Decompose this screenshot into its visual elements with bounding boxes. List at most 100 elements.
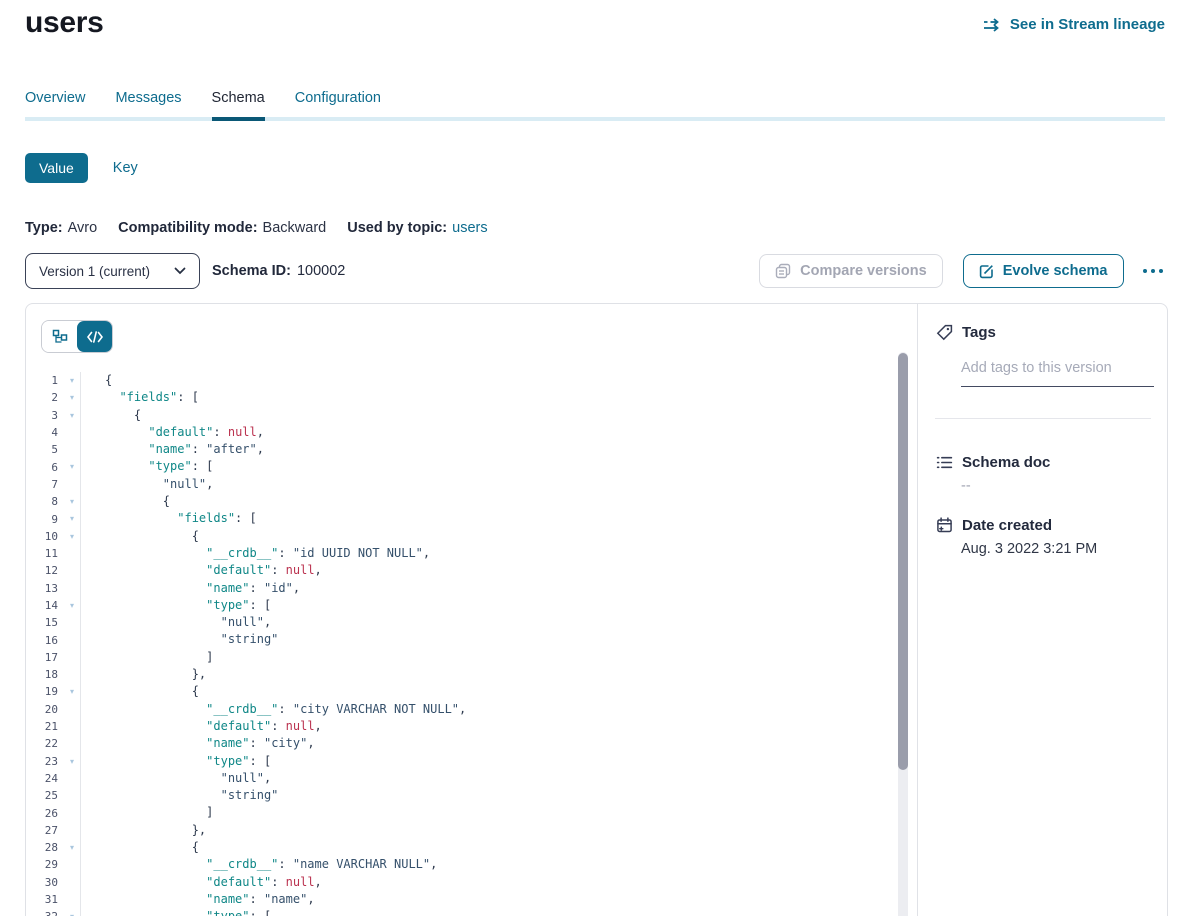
line-number: 32 bbox=[26, 910, 64, 916]
key-toggle-button[interactable]: Key bbox=[113, 160, 138, 176]
code-text: { bbox=[80, 528, 903, 545]
code-view-icon bbox=[87, 331, 103, 343]
code-line: 25 "string" bbox=[26, 787, 903, 804]
line-number: 8 bbox=[26, 495, 64, 508]
line-number: 24 bbox=[26, 772, 64, 785]
line-number: 1 bbox=[26, 374, 64, 387]
fold-toggle-icon[interactable]: ▾ bbox=[64, 389, 80, 406]
code-text: "default": null, bbox=[80, 874, 903, 891]
code-line: 26 ] bbox=[26, 804, 903, 821]
line-number: 28 bbox=[26, 841, 64, 854]
line-number: 9 bbox=[26, 513, 64, 526]
code-line: 8▾ { bbox=[26, 493, 903, 510]
code-text: }, bbox=[80, 666, 903, 683]
calendar-icon bbox=[936, 517, 953, 534]
compatibility-value: Backward bbox=[263, 220, 327, 236]
fold-toggle-icon[interactable]: ▾ bbox=[64, 908, 80, 916]
code-line: 21 "default": null, bbox=[26, 718, 903, 735]
line-number: 15 bbox=[26, 616, 64, 629]
chevron-down-icon bbox=[174, 267, 186, 275]
sidebar-divider bbox=[935, 418, 1151, 419]
code-text: "__crdb__": "id UUID NOT NULL", bbox=[80, 545, 903, 562]
editor-scrollbar-track[interactable] bbox=[898, 352, 908, 916]
code-text: "type": [ bbox=[80, 597, 903, 614]
code-text: "type": [ bbox=[80, 458, 903, 475]
tags-title: Tags bbox=[962, 324, 996, 341]
fold-toggle-icon[interactable]: ▾ bbox=[64, 510, 80, 527]
code-text: "default": null, bbox=[80, 424, 903, 441]
code-lines: 1▾{2▾ "fields": [3▾ {4 "default": null,5… bbox=[26, 372, 903, 916]
code-view-button[interactable] bbox=[77, 321, 112, 352]
line-number: 21 bbox=[26, 720, 64, 733]
fold-toggle-icon[interactable]: ▾ bbox=[64, 493, 80, 510]
more-options-button[interactable] bbox=[1141, 263, 1166, 280]
code-line: 6▾ "type": [ bbox=[26, 458, 903, 475]
schema-doc-value: -- bbox=[961, 478, 971, 494]
fold-toggle-icon[interactable]: ▾ bbox=[64, 458, 80, 475]
tags-input[interactable] bbox=[961, 360, 1154, 387]
tab-bar: Overview Messages Schema Configuration bbox=[25, 90, 381, 129]
code-text: "type": [ bbox=[80, 908, 903, 916]
line-number: 30 bbox=[26, 876, 64, 889]
tab-configuration[interactable]: Configuration bbox=[295, 90, 381, 129]
code-line: 16 "string" bbox=[26, 631, 903, 648]
fold-toggle-icon[interactable]: ▾ bbox=[64, 597, 80, 614]
fold-toggle-icon[interactable]: ▾ bbox=[64, 372, 80, 389]
code-text: ] bbox=[80, 804, 903, 821]
code-text: "fields": [ bbox=[80, 389, 903, 406]
code-text: "default": null, bbox=[80, 562, 903, 579]
tab-overview[interactable]: Overview bbox=[25, 90, 85, 129]
fold-toggle-icon[interactable]: ▾ bbox=[64, 753, 80, 770]
fold-toggle-icon[interactable]: ▾ bbox=[64, 683, 80, 700]
tag-icon bbox=[936, 324, 953, 341]
schema-doc-title: Schema doc bbox=[962, 454, 1050, 471]
line-number: 14 bbox=[26, 599, 64, 612]
value-toggle-button[interactable]: Value bbox=[25, 153, 88, 183]
fold-toggle-icon[interactable]: ▾ bbox=[64, 839, 80, 856]
compare-versions-button[interactable]: Compare versions bbox=[759, 254, 943, 288]
line-number: 31 bbox=[26, 893, 64, 906]
code-text: "name": "after", bbox=[80, 441, 903, 458]
schema-id: Schema ID: 100002 bbox=[212, 263, 345, 279]
line-number: 17 bbox=[26, 651, 64, 664]
code-line: 3▾ { bbox=[26, 407, 903, 424]
code-text: { bbox=[80, 493, 903, 510]
editor-scrollbar-thumb[interactable] bbox=[898, 353, 908, 770]
topic-link[interactable]: users bbox=[452, 220, 487, 236]
code-text: "string" bbox=[80, 631, 903, 648]
schema-key-value-toggle: Value Key bbox=[25, 153, 138, 183]
line-number: 7 bbox=[26, 478, 64, 491]
version-toolbar: Version 1 (current) Schema ID: 100002 Co… bbox=[25, 253, 1165, 289]
date-created-value: Aug. 3 2022 3:21 PM bbox=[961, 541, 1097, 557]
code-line: 5 "name": "after", bbox=[26, 441, 903, 458]
tab-schema[interactable]: Schema bbox=[212, 90, 265, 129]
code-line: 24 "null", bbox=[26, 770, 903, 787]
code-line: 12 "default": null, bbox=[26, 562, 903, 579]
line-number: 20 bbox=[26, 703, 64, 716]
schema-id-label: Schema ID: bbox=[212, 263, 291, 279]
copy-icon bbox=[775, 263, 791, 279]
code-line: 13 "name": "id", bbox=[26, 580, 903, 597]
code-text: "type": [ bbox=[80, 753, 903, 770]
code-text: "name": "id", bbox=[80, 580, 903, 597]
tree-view-button[interactable] bbox=[42, 321, 77, 352]
fold-toggle-icon[interactable]: ▾ bbox=[64, 407, 80, 424]
code-line: 2▾ "fields": [ bbox=[26, 389, 903, 406]
used-by-topic-label: Used by topic: bbox=[347, 220, 447, 236]
code-text: { bbox=[80, 839, 903, 856]
schema-card: 1▾{2▾ "fields": [3▾ {4 "default": null,5… bbox=[25, 303, 1168, 916]
see-in-stream-lineage-link[interactable]: See in Stream lineage bbox=[983, 16, 1165, 33]
date-created-section-header: Date created bbox=[936, 517, 1052, 534]
code-text: { bbox=[80, 372, 903, 389]
fold-toggle-icon[interactable]: ▾ bbox=[64, 528, 80, 545]
code-line: 32▾ "type": [ bbox=[26, 908, 903, 916]
code-line: 11 "__crdb__": "id UUID NOT NULL", bbox=[26, 545, 903, 562]
version-select[interactable]: Version 1 (current) bbox=[25, 253, 200, 289]
evolve-schema-button[interactable]: Evolve schema bbox=[963, 254, 1124, 288]
type-value: Avro bbox=[68, 220, 98, 236]
schema-code-editor: 1▾{2▾ "fields": [3▾ {4 "default": null,5… bbox=[26, 304, 918, 916]
schema-details-sidebar: Tags Schema doc -- bbox=[919, 304, 1167, 916]
line-number: 27 bbox=[26, 824, 64, 837]
tab-messages[interactable]: Messages bbox=[115, 90, 181, 129]
code-line: 20 "__crdb__": "city VARCHAR NOT NULL", bbox=[26, 701, 903, 718]
